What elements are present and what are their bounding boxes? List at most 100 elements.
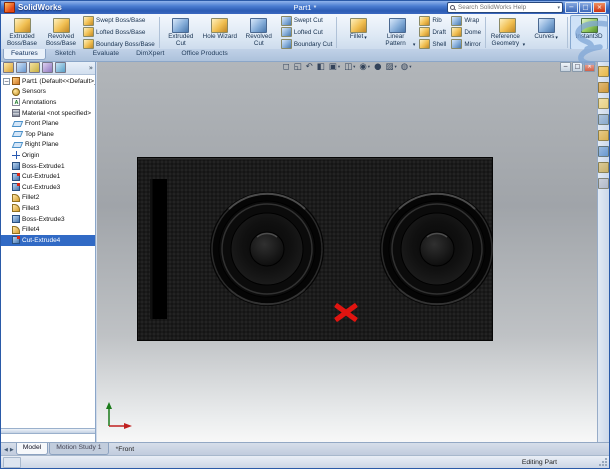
tree-item-label: Fillet4 (22, 226, 40, 234)
doc-close-button[interactable]: × (584, 62, 595, 72)
tree-item-label: Origin (22, 151, 40, 159)
file-explorer-tab[interactable] (598, 98, 609, 109)
ribbon-button-extruded-boss-base[interactable]: Extruded Boss/Base (3, 15, 41, 50)
minimize-button[interactable]: − (565, 2, 578, 13)
ribbon-button-swept-cut[interactable]: Swept Cut (280, 15, 333, 26)
dropdown-arrow-icon: ▾ (364, 34, 367, 41)
tree-item-front-plane[interactable]: Front Plane (1, 118, 95, 129)
view-settings-button[interactable]: ◍ ▾ (401, 62, 412, 72)
dropdown-arrow-icon: ▾ (353, 64, 356, 70)
tab-dimxpert[interactable]: DimXpert (128, 49, 172, 60)
shell-icon (419, 39, 431, 50)
ribbon-button-label: Boundary Boss/Base (96, 40, 155, 48)
configurationmanager-tab[interactable] (29, 62, 40, 73)
previous-view-button[interactable]: ↶ (306, 62, 313, 72)
section-view-button[interactable]: ◧ (317, 62, 325, 72)
draft-icon (419, 27, 431, 38)
tree-expander-icon[interactable]: − (3, 77, 10, 85)
search-dropdown-icon[interactable]: ▾ (557, 5, 560, 11)
manager-overflow-button[interactable]: » (89, 64, 93, 72)
ribbon-button-mirror[interactable]: Mirror (451, 39, 481, 50)
speaker-box-model[interactable] (137, 157, 493, 341)
ribbon-button-revolved-boss-base[interactable]: Revolved Boss/Base (42, 15, 80, 50)
appearances-scenes-tab[interactable] (598, 146, 609, 157)
tab-model[interactable]: Model (15, 443, 49, 455)
tree-item-annotations[interactable]: Annotations (1, 97, 95, 108)
ribbon-button-reference-geometry[interactable]: Reference Geometry ▾ (488, 15, 526, 50)
ribbon-button-lofted-boss-base[interactable]: Lofted Boss/Base (83, 27, 155, 38)
apply-scene-button[interactable]: ▨ ▾ (385, 62, 396, 72)
ribbon-stack: Rib Draft Shell (417, 15, 448, 50)
search-input[interactable] (458, 3, 556, 12)
ribbon-button-fillet[interactable]: Fillet ▾ (339, 15, 377, 50)
zoom-to-area-button[interactable]: ◱ (294, 62, 302, 72)
displaymanager-tab[interactable] (55, 62, 66, 73)
close-button[interactable]: × (593, 2, 606, 13)
design-library-tab[interactable] (598, 82, 609, 93)
tree-item-top-plane[interactable]: Top Plane (1, 129, 95, 140)
ribbon-button-hole-wizard[interactable]: Hole Wizard (201, 15, 239, 50)
tree-item-boss-extrude3[interactable]: Boss-Extrude3 (1, 214, 95, 225)
tab-office-products[interactable]: Office Products (173, 49, 235, 60)
doc-restore-button[interactable]: □ (572, 62, 583, 72)
ribbon-button-lofted-cut[interactable]: Lofted Cut (280, 27, 333, 38)
custom-properties-tab[interactable] (598, 162, 609, 173)
doc-minimize-button[interactable]: − (560, 62, 571, 72)
ribbon-button-boundary-cut[interactable]: Boundary Cut (280, 39, 332, 50)
linear-pattern-icon (388, 18, 406, 33)
ribbon-button-rib[interactable]: Rib (419, 15, 446, 26)
tree-item-boss-extrude1[interactable]: Boss-Extrude1 (1, 161, 95, 172)
search-tab[interactable] (598, 114, 609, 125)
boundary-cut-icon (280, 39, 292, 50)
hide-show-items-button[interactable]: ◉ ▾ (359, 62, 370, 72)
dimxpertmanager-tab[interactable] (42, 62, 53, 73)
tree-item-material-not-specified[interactable]: Material <not specified> (1, 108, 95, 119)
solidworks-resources-tab[interactable] (598, 66, 609, 77)
ribbon-button-label: Swept Cut (293, 17, 323, 25)
scroll-tabs-right-button[interactable]: ▶ (10, 447, 14, 453)
document-recovery-tab[interactable] (598, 178, 609, 189)
tree-item-part1-default-default-disp[interactable]: − Part1 (Default<<Default>_Disp (1, 76, 95, 87)
tree-item-right-plane[interactable]: Right Plane (1, 140, 95, 151)
tree-item-label: Fillet3 (22, 204, 40, 212)
tree-item-cut-extrude3[interactable]: Cut-Extrude3 (1, 182, 95, 193)
ribbon-button-extruded-cut[interactable]: Extruded Cut (162, 15, 200, 50)
plane-icon (11, 131, 24, 138)
tree-item-fillet2[interactable]: Fillet2 (1, 193, 95, 204)
ribbon-button-dome[interactable]: Dome (451, 27, 481, 38)
resize-grip[interactable] (605, 464, 607, 466)
tab-motion-study-1[interactable]: Motion Study 1 (49, 443, 109, 455)
ribbon-button-boundary-boss-base[interactable]: Boundary Boss/Base (83, 39, 155, 50)
featuremanager-design-tree-tab[interactable] (3, 62, 14, 73)
edit-appearance-button[interactable]: ● (374, 62, 381, 72)
ribbon-button-label: Reference Geometry (490, 33, 520, 47)
scroll-tabs-left-button[interactable]: ◀ (4, 447, 8, 453)
ribbon-button-linear-pattern[interactable]: Linear Pattern ▾ (378, 15, 416, 50)
ribbon-button-curves[interactable]: Curves ▾ (527, 15, 565, 50)
display-style-button[interactable]: ◫ ▾ (344, 62, 355, 72)
tree-item-cut-extrude1[interactable]: Cut-Extrude1 (1, 171, 95, 182)
propertymanager-tab[interactable] (16, 62, 27, 73)
ribbon-button-revolved-cut[interactable]: Revolved Cut (240, 15, 278, 50)
view-orientation-button[interactable]: ▣ ▾ (329, 62, 340, 72)
graphics-viewport[interactable]: ◻ ◱ ↶ ◧ ▣ ▾ ◫ ▾ ◉ ▾ ● ▨ ▾ ◍ ▾ − □ × (97, 61, 597, 443)
ribbon-button-wrap[interactable]: Wrap (451, 15, 481, 26)
ribbon-button-instant3d[interactable]: Instant3D (570, 15, 609, 50)
zoom-to-fit-button[interactable]: ◻ (283, 62, 290, 72)
tree-item-fillet3[interactable]: Fillet3 (1, 203, 95, 214)
tab-features[interactable]: Features (3, 49, 46, 60)
tree-item-origin[interactable]: Origin (1, 150, 95, 161)
help-search-box[interactable]: ▾ (447, 2, 563, 13)
tab-sketch[interactable]: Sketch (47, 49, 84, 60)
tab-evaluate[interactable]: Evaluate (85, 49, 127, 60)
tree-item-cut-extrude4[interactable]: Cut-Extrude4 (1, 234, 95, 246)
ribbon-button-swept-boss-base[interactable]: Swept Boss/Base (83, 15, 155, 26)
tree-item-fillet4[interactable]: Fillet4 (1, 224, 95, 235)
ribbon-button-draft[interactable]: Draft (419, 27, 446, 38)
ribbon-button-shell[interactable]: Shell (419, 39, 446, 50)
tree-item-sensors[interactable]: Sensors (1, 87, 95, 98)
doc-window-buttons: − □ × (560, 62, 595, 72)
maximize-button[interactable]: □ (579, 2, 592, 13)
view-palette-tab[interactable] (598, 130, 609, 141)
heads-up-toolbar: ◻ ◱ ↶ ◧ ▣ ▾ ◫ ▾ ◉ ▾ ● ▨ ▾ ◍ ▾ (283, 62, 412, 72)
